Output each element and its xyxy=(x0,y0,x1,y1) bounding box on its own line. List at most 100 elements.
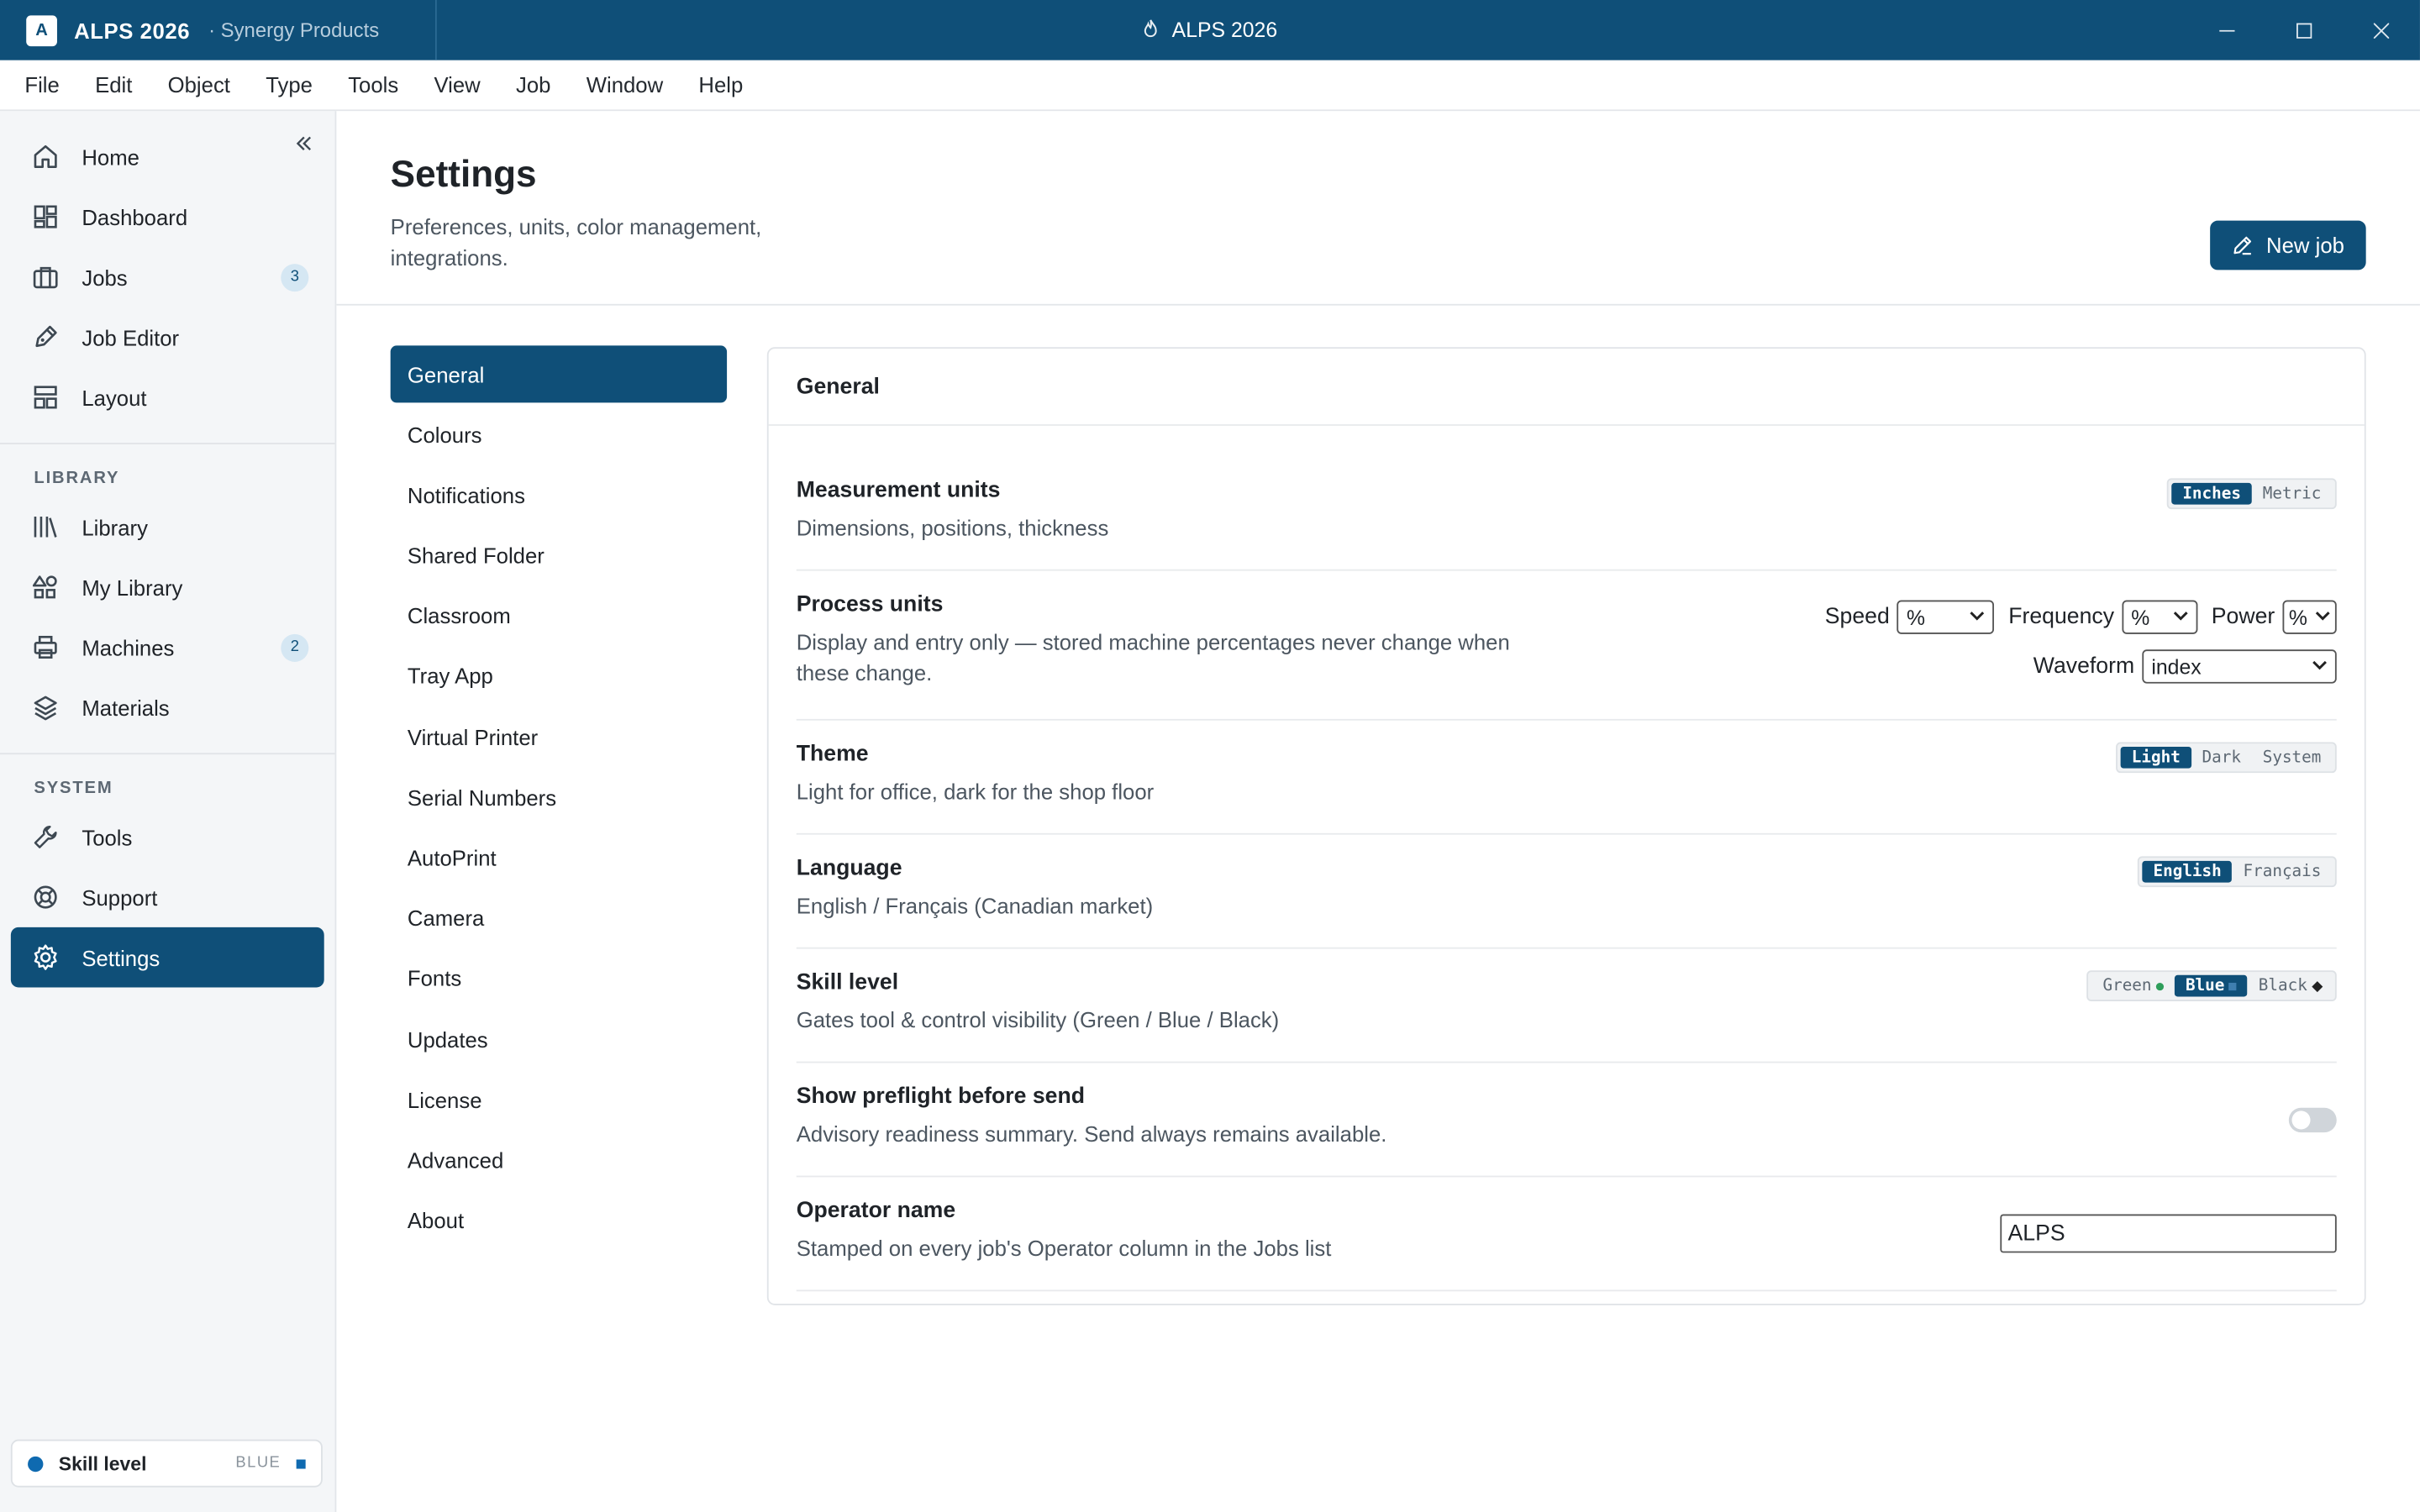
skill-level-indicator[interactable]: Skill level BLUE xyxy=(10,1439,323,1488)
setting-operator-name: Operator name Stamped on every job's Ope… xyxy=(796,1177,2337,1292)
units-option-metric[interactable]: Metric xyxy=(2252,483,2332,505)
frequency-label: Frequency xyxy=(2008,604,2115,630)
settings-tab-colours[interactable]: Colours xyxy=(391,406,727,463)
section-label-library: LIBRARY xyxy=(34,469,120,488)
settings-tab-notifications[interactable]: Notifications xyxy=(391,466,727,523)
window-controls xyxy=(2188,0,2420,60)
sidebar-item-tools[interactable]: Tools xyxy=(11,807,324,868)
settings-tab-classroom[interactable]: Classroom xyxy=(391,587,727,644)
blue-square-icon xyxy=(2228,982,2238,990)
skill-option-green[interactable]: Green xyxy=(2092,975,2175,997)
maximize-icon xyxy=(2296,22,2312,38)
skill-dot xyxy=(28,1455,44,1472)
sidebar-item-jobs[interactable]: Jobs 3 xyxy=(11,247,324,307)
menu-edit[interactable]: Edit xyxy=(95,72,132,97)
waveform-value: index xyxy=(2151,654,2202,679)
sidebar-item-home[interactable]: Home xyxy=(11,127,324,187)
menu-job[interactable]: Job xyxy=(516,72,550,97)
toggle-knob xyxy=(2291,1110,2311,1130)
settings-tab-about[interactable]: About xyxy=(391,1192,727,1249)
library-icon xyxy=(29,512,60,543)
menu-window[interactable]: Window xyxy=(587,72,663,97)
skill-option-black[interactable]: Black xyxy=(2248,975,2332,997)
units-option-inches[interactable]: Inches xyxy=(2171,482,2252,505)
new-job-label: New job xyxy=(2266,233,2344,258)
menu-type[interactable]: Type xyxy=(266,72,313,97)
pen-icon xyxy=(29,322,60,353)
theme-option-dark[interactable]: Dark xyxy=(2191,747,2252,769)
sidebar-item-support[interactable]: Support xyxy=(11,867,324,927)
settings-tab-fonts[interactable]: Fonts xyxy=(391,950,727,1007)
theme-option-light[interactable]: Light xyxy=(2120,746,2191,769)
menu-help[interactable]: Help xyxy=(698,72,743,97)
setting-title: Theme xyxy=(796,742,869,767)
black-diamond-icon xyxy=(2312,980,2323,992)
chevron-down-icon xyxy=(2315,609,2330,624)
maximize-button[interactable] xyxy=(2265,0,2343,60)
settings-tab-autoprint[interactable]: AutoPrint xyxy=(391,829,727,886)
skill-label: Skill level xyxy=(58,1452,147,1474)
settings-tab-serial-numbers[interactable]: Serial Numbers xyxy=(391,769,727,826)
operator-name-input[interactable]: ALPS xyxy=(2000,1214,2337,1253)
setting-desc: Light for office, dark for the shop floo… xyxy=(796,779,1155,804)
setting-title: Measurement units xyxy=(796,478,1001,503)
sidebar-item-materials[interactable]: Materials xyxy=(11,677,324,738)
skill-option-label: Black xyxy=(2258,976,2307,995)
setting-language: Language English / Français (Canadian ma… xyxy=(796,835,2337,949)
preflight-toggle[interactable] xyxy=(2288,1107,2337,1133)
menu-object[interactable]: Object xyxy=(168,72,230,97)
settings-tab-camera[interactable]: Camera xyxy=(391,890,727,947)
skill-option-label: Blue xyxy=(2185,976,2225,995)
app-window: A ALPS 2026 · Synergy Products ALPS 2026… xyxy=(0,0,2420,1512)
minimize-button[interactable] xyxy=(2188,0,2265,60)
minimize-icon xyxy=(2219,29,2235,31)
title-bar: A ALPS 2026 · Synergy Products ALPS 2026 xyxy=(0,0,2420,60)
sidebar-item-dashboard[interactable]: Dashboard xyxy=(11,186,324,247)
chevron-down-icon xyxy=(2173,609,2188,624)
settings-tab-virtual-printer[interactable]: Virtual Printer xyxy=(391,708,727,765)
process-units-line-2: Waveform index xyxy=(2019,649,2337,684)
sidebar-item-label: Job Editor xyxy=(82,324,180,350)
sidebar-item-job-editor[interactable]: Job Editor xyxy=(11,307,324,368)
page-title: Settings xyxy=(390,154,537,197)
menu-view[interactable]: View xyxy=(434,72,480,97)
process-unit-controls: Speed % Frequency % Power % Waveform ind… xyxy=(1811,600,2337,684)
settings-tab-shared-folder[interactable]: Shared Folder xyxy=(391,527,727,584)
sidebar-item-my-library[interactable]: My Library xyxy=(11,557,324,617)
menu-file[interactable]: File xyxy=(24,72,59,97)
flame-icon xyxy=(1143,18,1160,42)
language-segmented: English Français xyxy=(2138,856,2337,888)
language-option-english[interactable]: English xyxy=(2142,860,2233,883)
power-unit-value: % xyxy=(2288,605,2307,629)
close-button[interactable] xyxy=(2343,0,2420,60)
sidebar-item-layout[interactable]: Layout xyxy=(11,367,324,428)
skill-option-blue[interactable]: Blue xyxy=(2175,974,2248,997)
settings-tab-tray-app[interactable]: Tray App xyxy=(391,648,727,705)
frequency-unit-select[interactable]: % xyxy=(2122,600,2198,634)
skill-level-segmented: Green Blue Black xyxy=(2087,970,2337,1002)
settings-tab-updates[interactable]: Updates xyxy=(391,1011,727,1068)
theme-option-system[interactable]: System xyxy=(2252,747,2332,769)
frequency-unit-value: % xyxy=(2131,605,2150,629)
menu-tools[interactable]: Tools xyxy=(348,72,398,97)
main-content: Settings Preferences, units, color manag… xyxy=(336,111,2420,1512)
sidebar-item-machines[interactable]: Machines 2 xyxy=(11,617,324,678)
square-icon xyxy=(296,1458,306,1468)
nav-main: Home Dashboard Jobs 3 Job Editor Layout xyxy=(0,111,335,443)
app-brand: A ALPS 2026 · Synergy Products xyxy=(0,0,437,60)
waveform-label: Waveform xyxy=(2033,654,2135,680)
nav-system: SYSTEM Tools Support Settings xyxy=(0,754,335,1003)
sidebar-item-label: My Library xyxy=(82,575,183,600)
new-job-button[interactable]: New job xyxy=(2210,220,2366,270)
settings-tab-general[interactable]: General xyxy=(390,345,728,403)
speed-unit-select[interactable]: % xyxy=(1897,600,1995,634)
sidebar-item-settings[interactable]: Settings xyxy=(10,927,324,988)
shapes-icon xyxy=(29,571,60,602)
power-unit-select[interactable]: % xyxy=(2282,600,2337,634)
waveform-select[interactable]: index xyxy=(2142,649,2337,684)
settings-tab-license[interactable]: License xyxy=(391,1071,727,1128)
sidebar-item-label: Materials xyxy=(82,695,170,720)
sidebar-item-library[interactable]: Library xyxy=(11,496,324,557)
language-option-french[interactable]: Français xyxy=(2233,861,2333,883)
settings-tab-advanced[interactable]: Advanced xyxy=(391,1131,727,1189)
